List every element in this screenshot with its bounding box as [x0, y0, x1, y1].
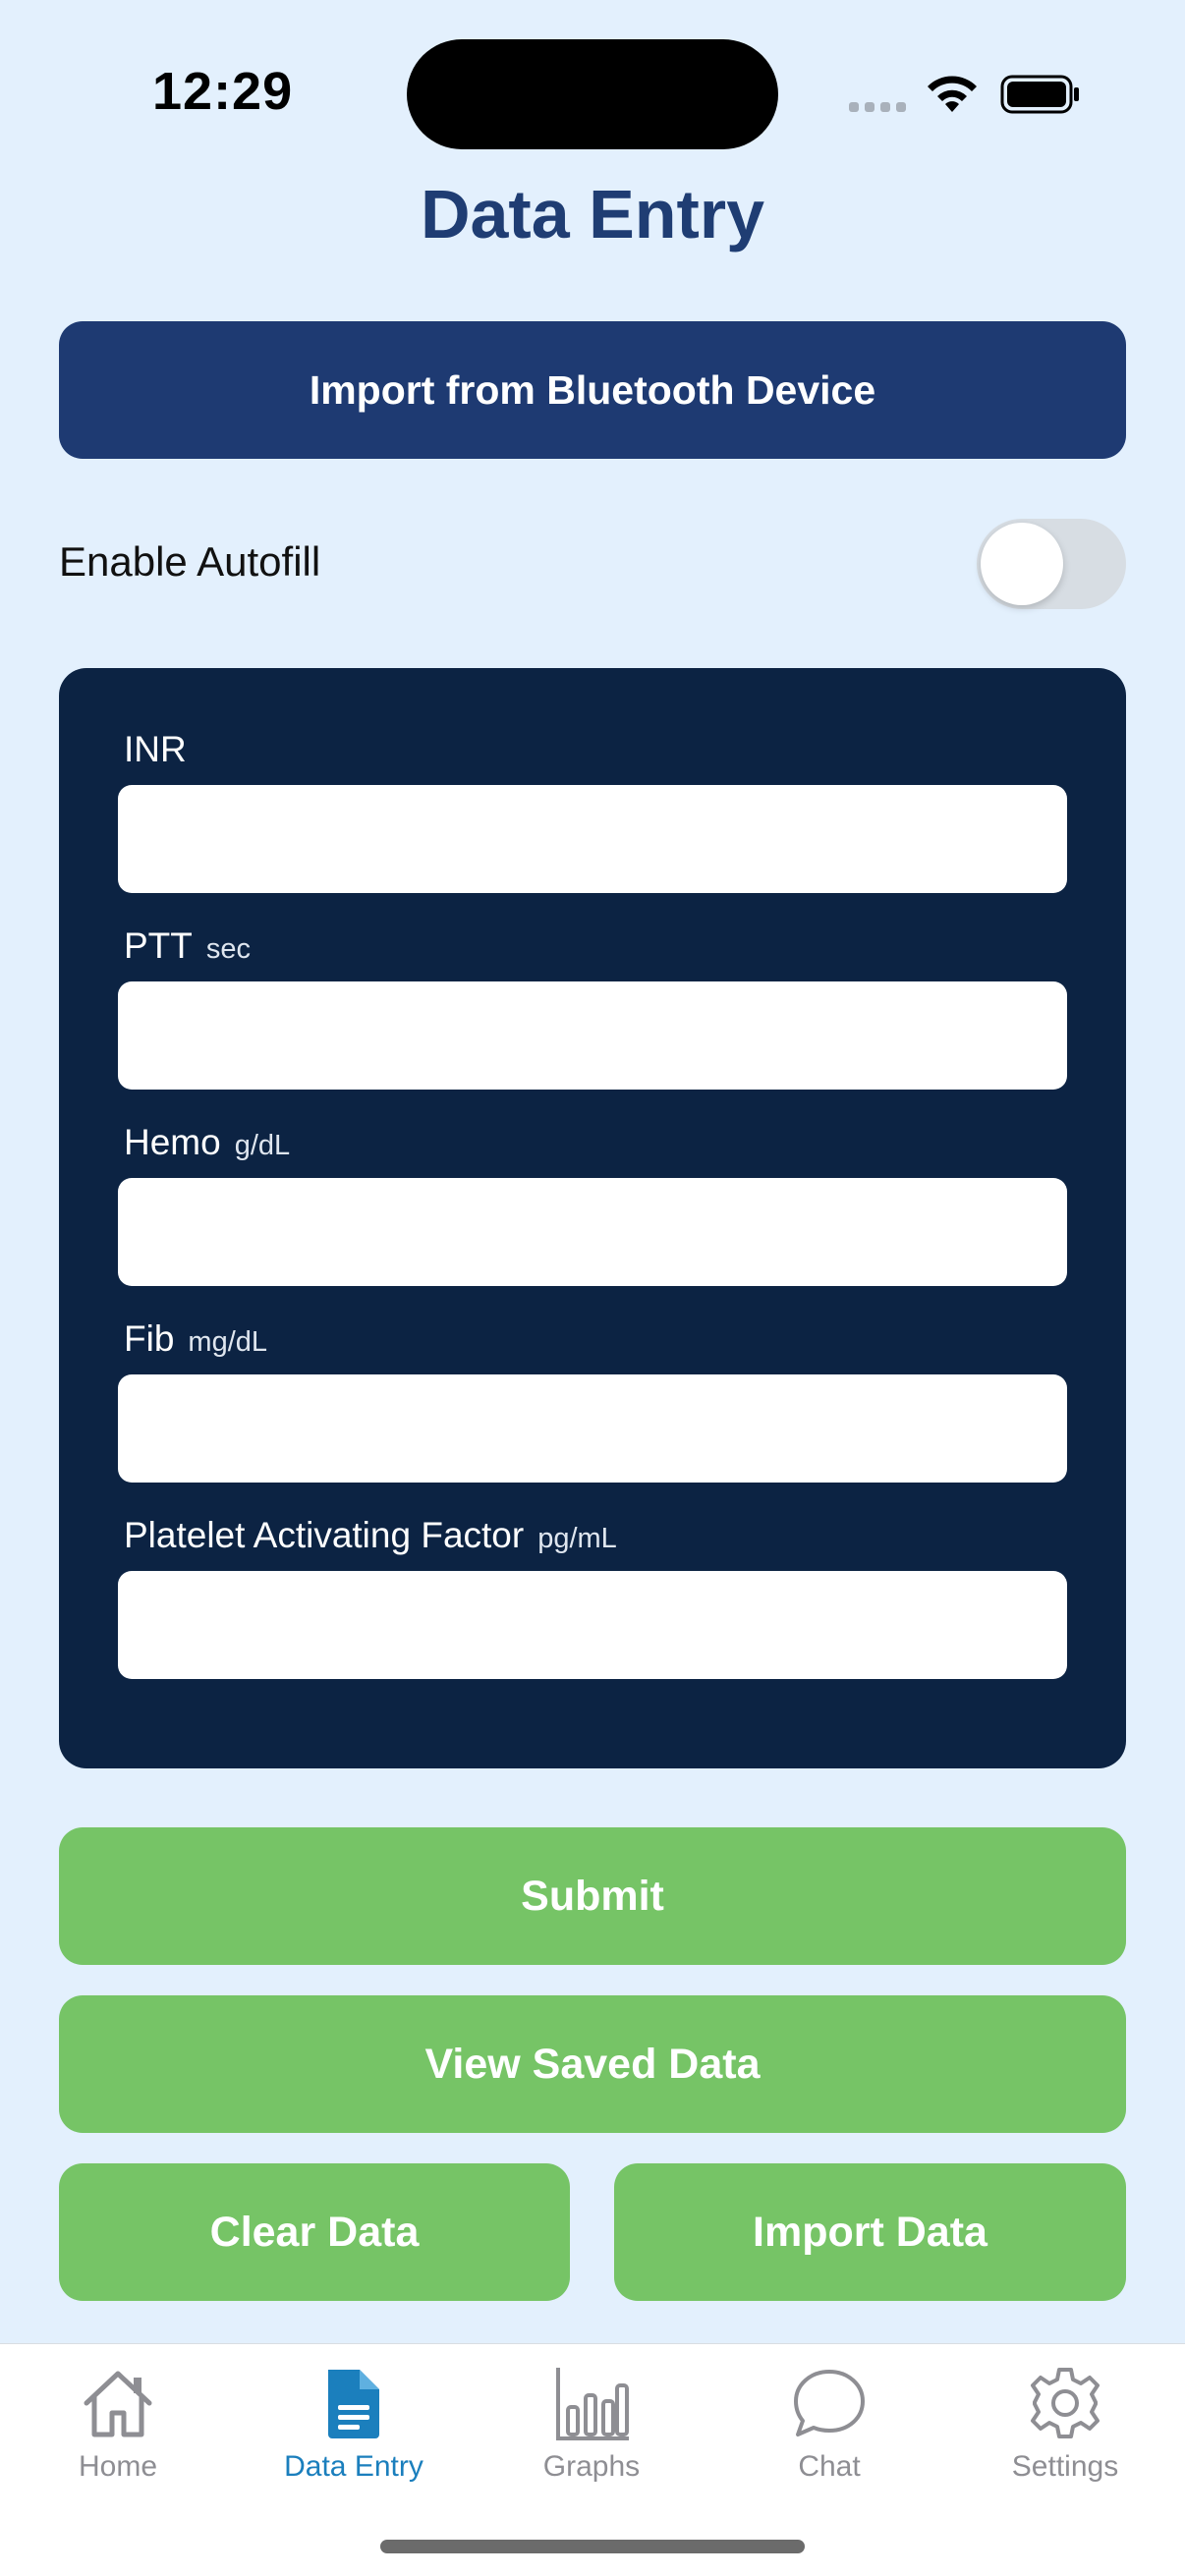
- ptt-input[interactable]: [118, 981, 1067, 1090]
- lab-values-form: INR PTT sec Hemo g/dL Fib mg/dL Platelet Ac…: [59, 668, 1126, 1768]
- inr-input[interactable]: [118, 785, 1067, 893]
- tab-graphs-label: Graphs: [542, 2450, 641, 2483]
- ptt-unit: sec: [205, 933, 252, 965]
- chart-icon: [556, 2368, 629, 2440]
- hemo-label: Hemo g/dL: [124, 1122, 291, 1162]
- toggle-knob: [981, 523, 1063, 605]
- hemo-input[interactable]: [118, 1178, 1067, 1286]
- autofill-label: Enable Autofill: [59, 538, 321, 585]
- paf-label: Platelet Activating Factor pg/mL: [124, 1515, 617, 1555]
- tab-chat-label: Chat: [798, 2450, 861, 2483]
- tab-data-entry[interactable]: Data Entry: [255, 2364, 452, 2484]
- battery-icon: [1000, 75, 1079, 114]
- hemo-unit: g/dL: [234, 1130, 291, 1161]
- status-time: 12:29: [152, 62, 294, 121]
- wifi-icon: [928, 76, 977, 112]
- autofill-toggle[interactable]: [977, 519, 1126, 609]
- tab-home[interactable]: Home: [20, 2364, 216, 2484]
- data-entry-screen: 12:29 Data Entry Import from Bluetooth D…: [0, 0, 1185, 2576]
- fib-unit: mg/dL: [188, 1326, 268, 1358]
- dynamic-island: [407, 39, 778, 149]
- chat-bubble-icon: [794, 2370, 865, 2436]
- view-saved-data-button[interactable]: View Saved Data: [59, 1995, 1126, 2133]
- page-title: Data Entry: [420, 176, 765, 252]
- tab-settings-label: Settings: [1011, 2450, 1119, 2483]
- home-indicator: [380, 2540, 805, 2553]
- tab-home-label: Home: [78, 2450, 158, 2483]
- import-bluetooth-button[interactable]: Import from Bluetooth Device: [59, 321, 1126, 459]
- cellular-signal-icon: [849, 102, 906, 112]
- import-data-button[interactable]: Import Data: [614, 2163, 1126, 2301]
- tab-graphs[interactable]: Graphs: [493, 2364, 690, 2484]
- fib-input[interactable]: [118, 1374, 1067, 1483]
- submit-button[interactable]: Submit: [59, 1827, 1126, 1965]
- paf-input[interactable]: [118, 1571, 1067, 1679]
- gear-icon: [1031, 2368, 1100, 2438]
- tab-data-entry-label: Data Entry: [284, 2450, 423, 2483]
- inr-label: INR: [124, 729, 187, 769]
- house-icon: [84, 2371, 152, 2437]
- clear-data-button[interactable]: Clear Data: [59, 2163, 570, 2301]
- fib-label: Fib mg/dL: [124, 1318, 268, 1359]
- tab-settings[interactable]: Settings: [967, 2364, 1163, 2484]
- ptt-label: PTT sec: [124, 925, 252, 966]
- paf-unit: pg/mL: [537, 1523, 617, 1554]
- tab-chat[interactable]: Chat: [731, 2364, 928, 2484]
- document-icon: [328, 2370, 379, 2438]
